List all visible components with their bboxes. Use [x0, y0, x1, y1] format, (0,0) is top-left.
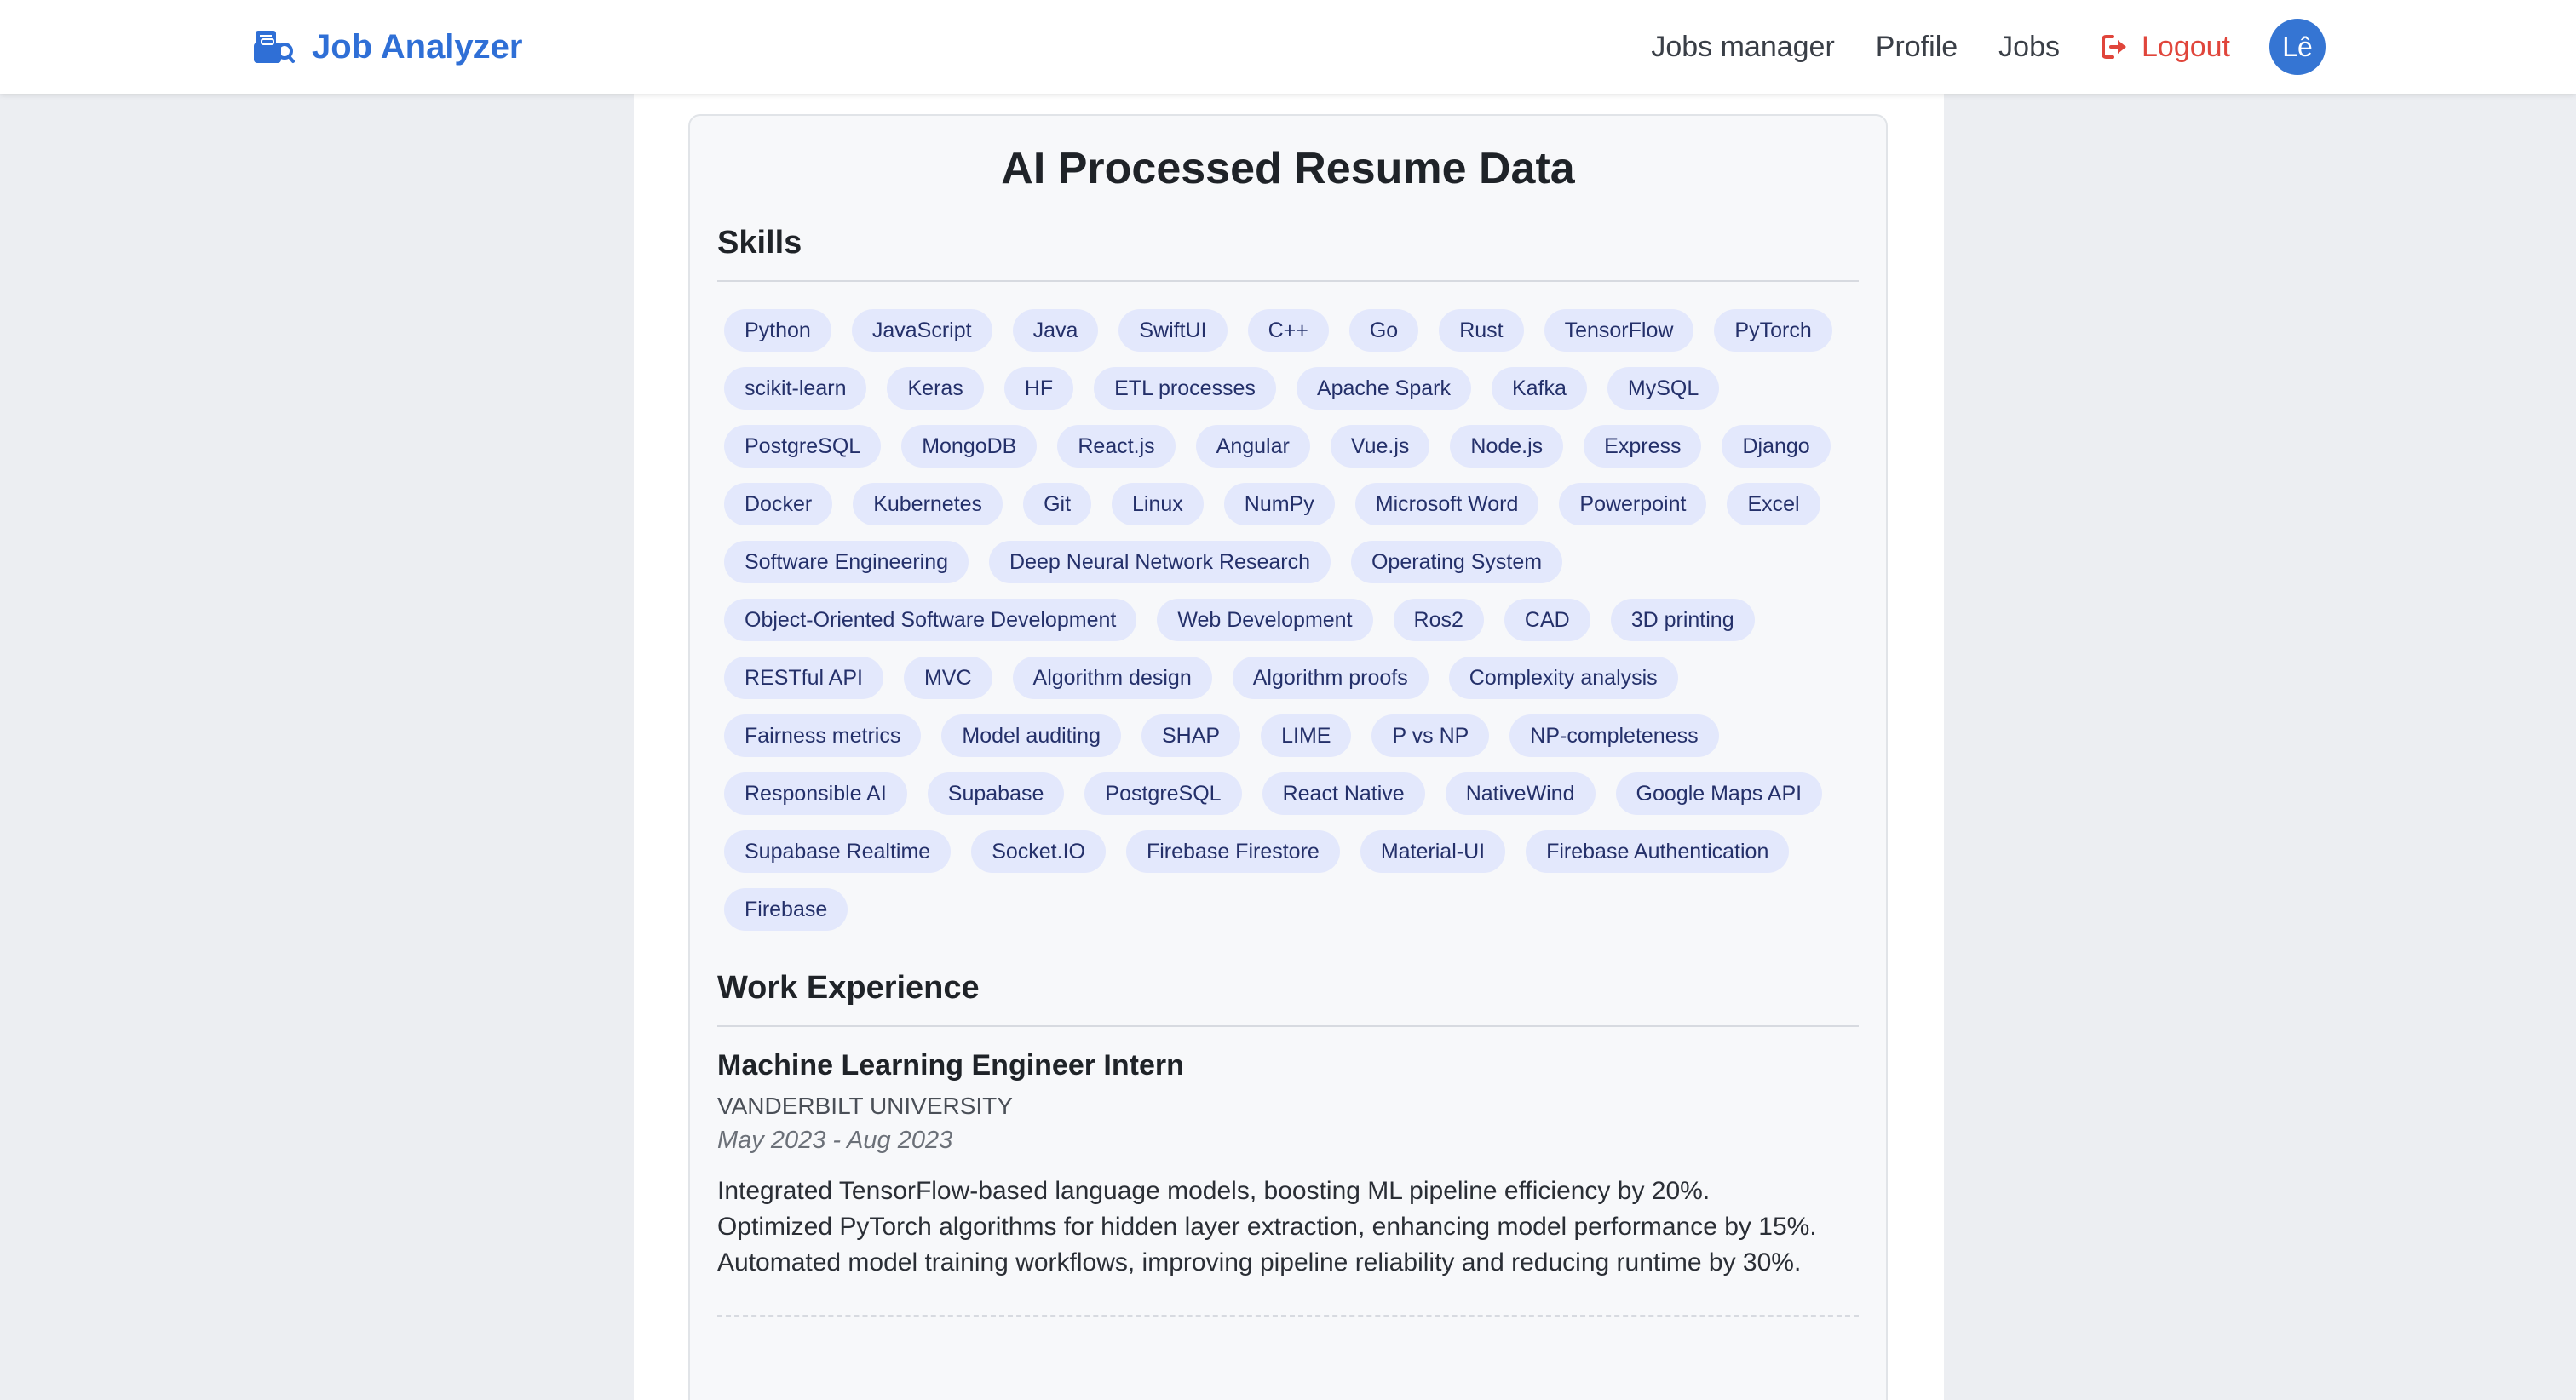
page-title: AI Processed Resume Data [1001, 144, 1575, 193]
skill-tag: SwiftUI [1118, 309, 1228, 352]
skill-tag: Responsible AI [724, 772, 907, 815]
skill-tag: Algorithm proofs [1232, 657, 1429, 699]
skill-tag: Microsoft Word [1354, 483, 1539, 525]
skill-tag: NP-completeness [1509, 714, 1719, 757]
skill-tag: Go [1348, 309, 1419, 352]
skill-tag: Software Engineering [724, 541, 969, 583]
skill-tag: Java [1012, 309, 1099, 352]
skill-tag: Vue.js [1330, 425, 1430, 468]
skill-tag: PostgreSQL [1084, 772, 1242, 815]
skill-tag: Ros2 [1393, 599, 1484, 641]
skill-tag: TensorFlow [1544, 309, 1694, 352]
skill-tag: HF [1003, 367, 1074, 410]
skill-tag: Deep Neural Network Research [989, 541, 1331, 583]
logout-label: Logout [2142, 30, 2230, 63]
job-divider [717, 1315, 1859, 1317]
skill-tag: React.js [1057, 425, 1176, 468]
briefcase-search-icon [254, 31, 295, 63]
skill-tag: Kafka [1491, 367, 1587, 410]
skill-tag: Linux [1112, 483, 1204, 525]
skill-tag: SHAP [1141, 714, 1241, 757]
skills-list: Python JavaScript Java SwiftUI C++ Go Rust Tens… [717, 282, 1862, 946]
skill-tag: Supabase Realtime [724, 830, 952, 873]
skill-tag: Supabase [927, 772, 1065, 815]
skill-tag: P vs NP [1371, 714, 1490, 757]
skill-tag: Kubernetes [853, 483, 1003, 525]
nav-jobs-manager[interactable]: Jobs manager [1651, 31, 1834, 64]
resume-card: AI Processed Resume Data Skills Python Ja… [688, 114, 1888, 1400]
logout-icon [2102, 35, 2126, 59]
user-avatar[interactable]: Lê [2269, 19, 2326, 75]
logout-link[interactable]: Logout [2101, 31, 2230, 64]
skill-tag: Rust [1439, 309, 1524, 352]
skill-tag: Algorithm design [1012, 657, 1212, 699]
skill-tag: NativeWind [1445, 772, 1596, 815]
skill-tag: ETL processes [1094, 367, 1276, 410]
skill-tag: Firebase Firestore [1125, 830, 1340, 873]
skill-tag: Node.js [1450, 425, 1564, 468]
nav-links: Jobs manager Profile Jobs Logout Lê [1651, 19, 2326, 75]
job-description: Integrated TensorFlow-based language mod… [717, 1173, 1842, 1281]
skill-tag: MongoDB [901, 425, 1038, 468]
job-bullet: Integrated TensorFlow-based language mod… [717, 1177, 1711, 1205]
skill-tag: Operating System [1350, 541, 1563, 583]
skill-tag: Git [1023, 483, 1092, 525]
skill-tag: React Native [1262, 772, 1425, 815]
skill-tag: Excel [1727, 483, 1820, 525]
skill-tag: PostgreSQL [724, 425, 882, 468]
skill-tag: Python [724, 309, 831, 352]
work-experience-heading: Work Experience [717, 970, 1859, 1027]
skill-tag: C++ [1247, 309, 1329, 352]
skill-tag: RESTful API [724, 657, 883, 699]
job-bullet: Optimized PyTorch algorithms for hidden … [717, 1213, 1817, 1241]
top-navbar: Job Analyzer Jobs manager Profile Jobs L… [0, 0, 2576, 94]
skills-heading: Skills [717, 225, 1859, 282]
skill-tag: Express [1584, 425, 1702, 468]
skill-tag: Object-Oriented Software Development [724, 599, 1137, 641]
skill-tag: Apache Spark [1296, 367, 1471, 410]
skill-tag: Firebase Authentication [1526, 830, 1790, 873]
skill-tag: Powerpoint [1559, 483, 1707, 525]
skill-tag: Complexity analysis [1448, 657, 1678, 699]
skill-tag: Model auditing [941, 714, 1121, 757]
skill-tag: MySQL [1607, 367, 1720, 410]
skill-tag: MVC [903, 657, 992, 699]
job-company: VANDERBILT UNIVERSITY [717, 1093, 1013, 1119]
skill-tag: Socket.IO [971, 830, 1106, 873]
skill-tag: CAD [1504, 599, 1590, 641]
skill-tag: Material-UI [1360, 830, 1506, 873]
skill-tag: Keras [887, 367, 984, 410]
skill-tag: PyTorch [1714, 309, 1832, 352]
skill-tag: Django [1722, 425, 1831, 468]
skill-tag: JavaScript [851, 309, 992, 352]
work-experience-item: Machine Learning Engineer Intern VANDERB… [717, 1027, 1859, 1317]
skill-tag: Docker [724, 483, 833, 525]
skill-tag: Google Maps API [1615, 772, 1823, 815]
skill-tag: NumPy [1223, 483, 1335, 525]
job-dates: May 2023 - Aug 2023 [717, 1127, 953, 1154]
skill-tag: Firebase [724, 888, 848, 931]
skill-tag: 3D printing [1610, 599, 1755, 641]
nav-profile[interactable]: Profile [1876, 31, 1958, 64]
job-bullet: Automated model training workflows, impr… [717, 1248, 1802, 1277]
nav-jobs[interactable]: Jobs [1998, 31, 2060, 64]
job-title: Machine Learning Engineer Intern [717, 1049, 1184, 1082]
brand-link[interactable]: Job Analyzer [252, 24, 522, 70]
skill-tag: Web Development [1157, 599, 1373, 641]
skill-tag: Fairness metrics [724, 714, 922, 757]
skill-tag: scikit-learn [724, 367, 867, 410]
skill-tag: LIME [1261, 714, 1352, 757]
skill-tag: Angular [1195, 425, 1310, 468]
brand-name: Job Analyzer [312, 27, 523, 66]
